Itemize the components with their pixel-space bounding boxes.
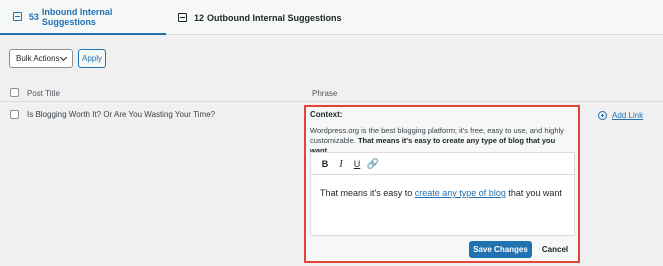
tab-inbound-suggestions[interactable]: 53 Inbound Internal Suggestions <box>0 0 166 35</box>
outbound-icon <box>178 13 187 22</box>
tab-outbound-label: Outbound Internal Suggestions <box>207 12 342 23</box>
editor-text-after: that you want <box>505 188 562 198</box>
bold-button[interactable]: B <box>318 157 332 171</box>
tab-outbound-suggestions[interactable]: 12 Outbound Internal Suggestions <box>166 0 346 35</box>
bulk-actions-label: Bulk Actions <box>16 54 60 63</box>
tab-inbound-label: Inbound Internal Suggestions <box>41 6 113 27</box>
cancel-button[interactable]: Cancel <box>536 241 574 258</box>
add-link-button[interactable]: Add Link <box>598 110 643 121</box>
inbound-icon <box>13 12 22 21</box>
tab-outbound-count: 12 <box>194 12 205 23</box>
column-header-post-title: Post Title <box>27 89 60 98</box>
suggestion-tabs: 53 Inbound Internal Suggestions 12 Outbo… <box>0 0 663 35</box>
editor-anchor-link[interactable]: create any type of blog <box>415 188 506 198</box>
row-post-title: Is Blogging Worth It? Or Are You Wasting… <box>27 110 216 119</box>
editor-content[interactable]: That means it's easy to create any type … <box>320 188 562 198</box>
add-link-label: Add Link <box>612 111 644 120</box>
context-label: Context: <box>310 110 343 119</box>
editor-text-before: That means it's easy to <box>320 188 415 198</box>
link-icon[interactable]: 🔗 <box>366 157 380 171</box>
plus-circle-icon <box>598 111 607 120</box>
row-checkbox[interactable] <box>10 110 19 119</box>
save-changes-button[interactable]: Save Changes <box>469 241 532 258</box>
italic-button[interactable]: I <box>334 157 348 171</box>
bulk-actions-select[interactable]: Bulk Actions <box>9 49 73 68</box>
underline-button[interactable]: U <box>350 157 364 171</box>
column-header-phrase: Phrase <box>312 89 338 98</box>
apply-button[interactable]: Apply <box>78 49 106 68</box>
tab-inbound-count: 53 <box>28 11 39 22</box>
select-all-checkbox[interactable] <box>10 88 19 97</box>
chevron-down-icon <box>59 53 68 62</box>
